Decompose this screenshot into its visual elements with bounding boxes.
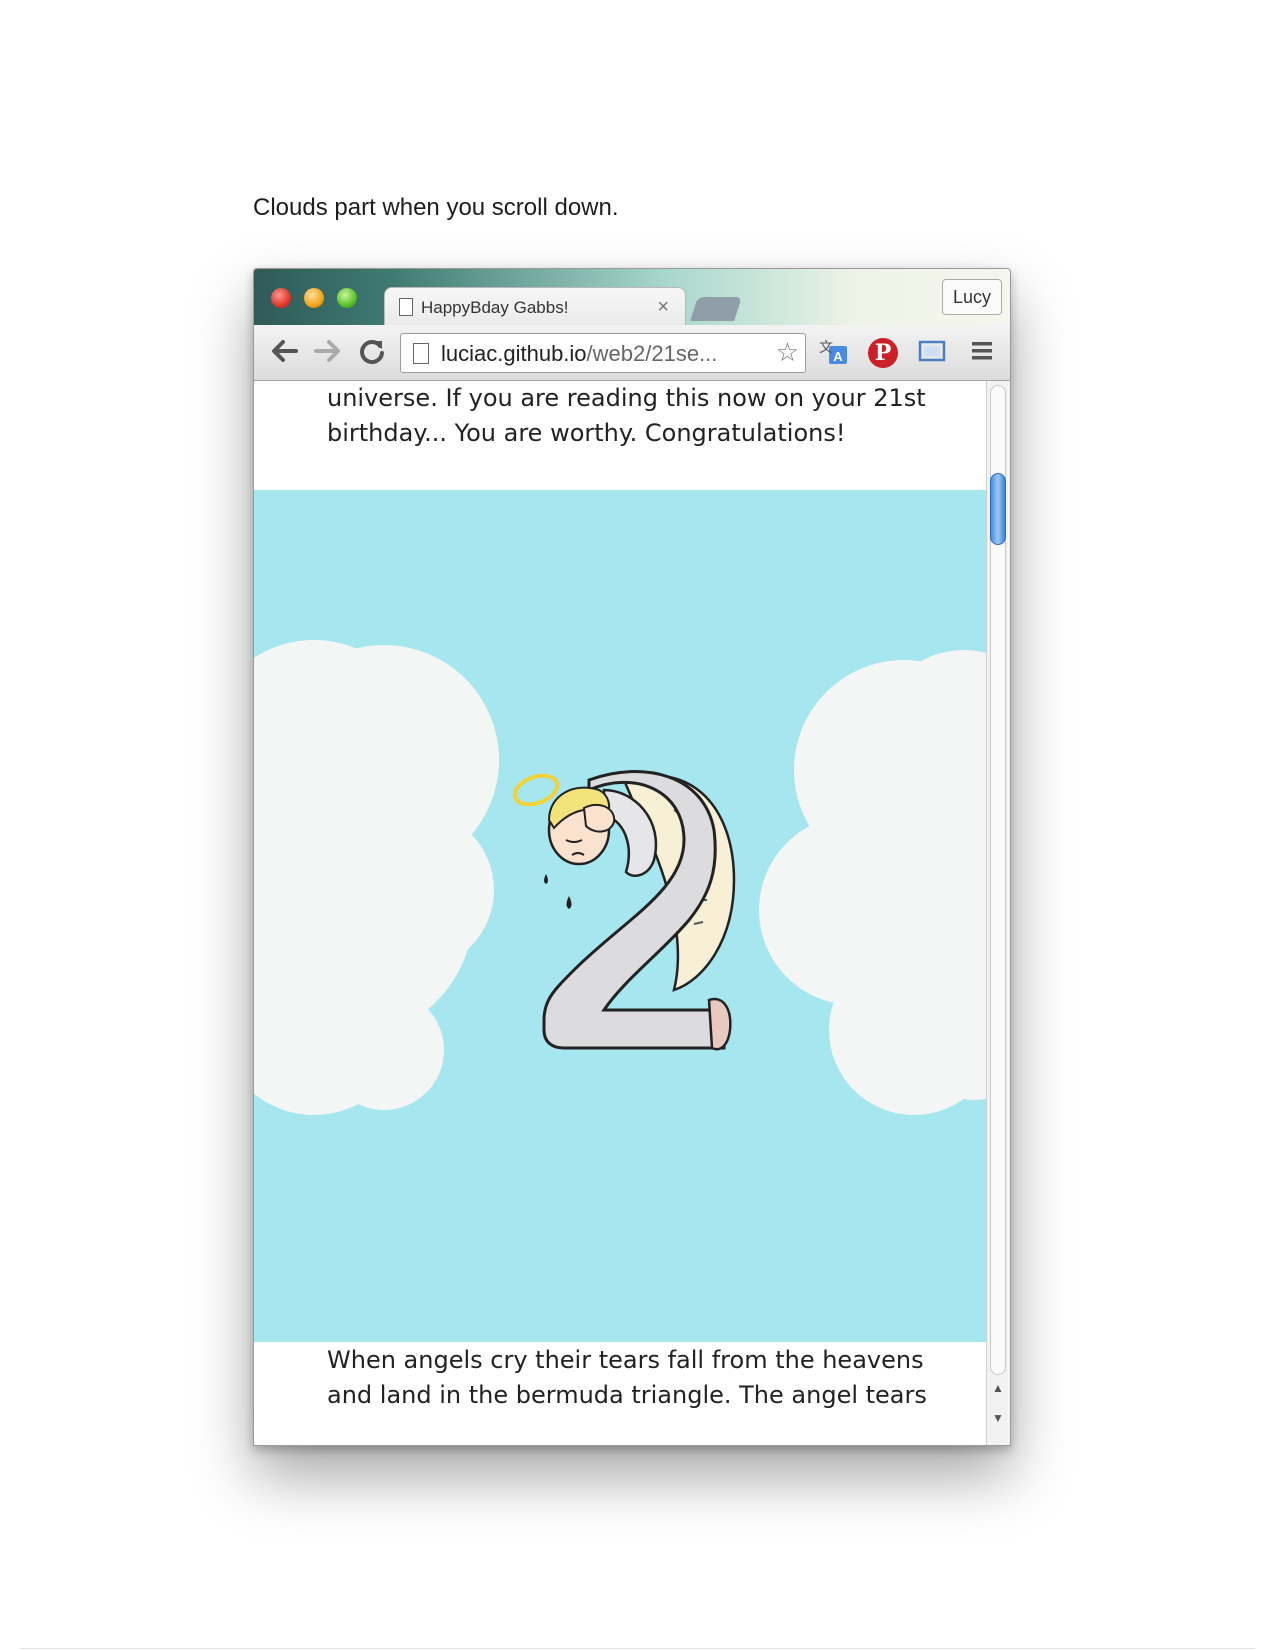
- url-path: /web2/21se...: [586, 341, 718, 366]
- url-text[interactable]: luciac.github.io/web2/21se...: [441, 341, 717, 367]
- pinterest-icon[interactable]: P: [868, 338, 898, 368]
- tab-title: HappyBday Gabbs!: [421, 298, 569, 317]
- sky-illustration: [254, 640, 988, 1115]
- story-text-top: universe. If you are reading this now on…: [327, 381, 927, 451]
- reload-button[interactable]: [354, 333, 390, 369]
- close-window-button[interactable]: [271, 288, 291, 308]
- screen-capture-button[interactable]: [914, 333, 950, 369]
- right-cloud: [759, 650, 988, 1115]
- hamburger-icon: [972, 342, 992, 360]
- url-host: luciac.github.io: [441, 341, 587, 366]
- minimize-window-button[interactable]: [304, 288, 324, 308]
- page-icon: [413, 343, 429, 364]
- forward-button[interactable]: [310, 333, 346, 369]
- menu-button[interactable]: [964, 333, 1000, 369]
- address-bar[interactable]: luciac.github.io/web2/21se... ☆: [400, 333, 806, 373]
- story-line: universe. If you are reading this now on…: [327, 384, 926, 412]
- tab-close-icon[interactable]: ×: [657, 296, 669, 319]
- arrow-right-icon: [314, 340, 340, 362]
- star-icon[interactable]: ☆: [776, 337, 799, 368]
- arrow-left-icon: [272, 340, 298, 362]
- new-tab-button[interactable]: [690, 297, 742, 321]
- scroll-down-arrow-icon[interactable]: ▼: [992, 1411, 1004, 1425]
- page-divider: [20, 1648, 1255, 1649]
- back-button[interactable]: [266, 333, 302, 369]
- page-viewport[interactable]: universe. If you are reading this now on…: [254, 381, 988, 1445]
- profile-button[interactable]: Lucy: [942, 279, 1002, 315]
- reload-icon: [360, 340, 384, 365]
- scroll-up-arrow-icon[interactable]: ▲: [992, 1381, 1004, 1395]
- vertical-scrollbar[interactable]: ▲ ▼: [986, 381, 1010, 1445]
- title-bar: HappyBday Gabbs! × Lucy: [254, 269, 1010, 326]
- story-line: and land in the bermuda triangle. The an…: [327, 1381, 927, 1409]
- translate-icon: A 文: [819, 340, 847, 364]
- translate-button[interactable]: A 文: [816, 333, 852, 369]
- toolbar: luciac.github.io/web2/21se... ☆ A 文 P: [254, 325, 1010, 381]
- caption-text: Clouds part when you scroll down.: [253, 194, 619, 221]
- maximize-window-button[interactable]: [337, 288, 357, 308]
- svg-text:A: A: [833, 349, 843, 364]
- screen-capture-icon: [918, 340, 946, 362]
- page-icon: [399, 298, 413, 316]
- scroll-thumb[interactable]: [990, 473, 1006, 545]
- tab-happybday[interactable]: HappyBday Gabbs! ×: [384, 287, 686, 326]
- left-cloud: [254, 640, 499, 1115]
- story-line: birthday... You are worthy. Congratulati…: [327, 419, 846, 447]
- story-text-bottom: When angels cry their tears fall from th…: [327, 1343, 927, 1413]
- sky-section: [254, 490, 988, 1342]
- story-line: When angels cry their tears fall from th…: [327, 1346, 924, 1374]
- svg-text:文: 文: [819, 340, 833, 356]
- crying-angel-icon: [512, 770, 736, 1051]
- browser-window: HappyBday Gabbs! × Lucy luciac.github.io…: [253, 268, 1011, 1446]
